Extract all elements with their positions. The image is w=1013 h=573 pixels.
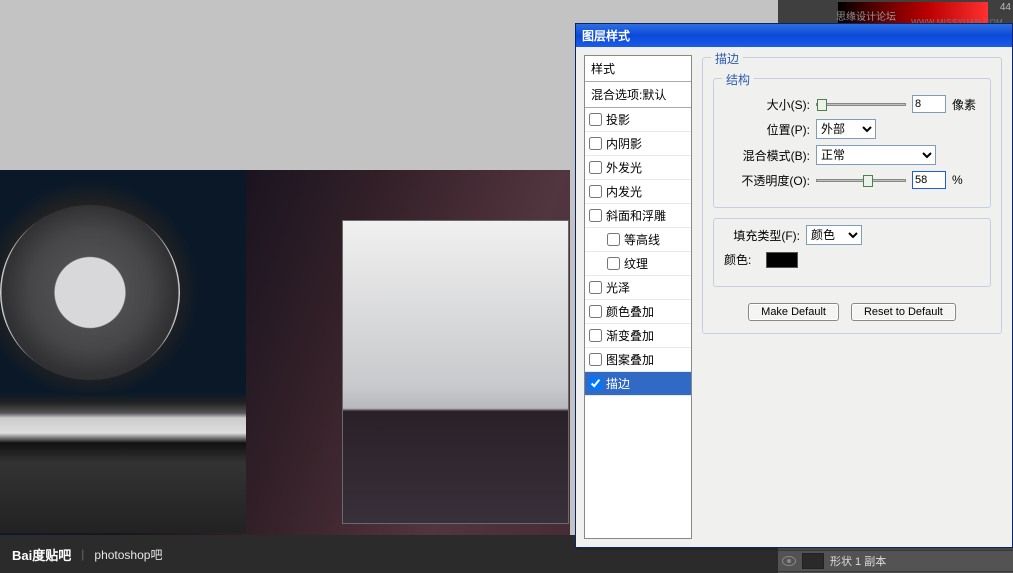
- opacity-slider[interactable]: [816, 179, 906, 182]
- style-item-label: 等高线: [624, 231, 660, 248]
- style-item-图案叠加[interactable]: 图案叠加: [585, 348, 691, 372]
- watermark-label: 思缘设计论坛: [836, 8, 896, 23]
- opacity-label: 不透明度(O):: [724, 172, 810, 189]
- style-checkbox[interactable]: [589, 137, 602, 150]
- stroke-settings-pane: 描边 结构 大小(S): 像素 位置(P): 外部: [692, 47, 1012, 547]
- style-item-label: 外发光: [606, 159, 642, 176]
- style-checkbox[interactable]: [589, 329, 602, 342]
- opacity-input[interactable]: [912, 171, 946, 189]
- position-select[interactable]: 外部: [816, 119, 876, 139]
- style-checkbox[interactable]: [589, 209, 602, 222]
- reel-illustration: [0, 170, 246, 533]
- size-row: 大小(S): 像素: [724, 95, 980, 113]
- style-item-投影[interactable]: 投影: [585, 108, 691, 132]
- style-item-label: 斜面和浮雕: [606, 207, 666, 224]
- structure-fieldset: 结构 大小(S): 像素 位置(P): 外部 混合模式(: [713, 78, 991, 208]
- size-unit: 像素: [952, 96, 980, 113]
- stroke-fieldset: 描边 结构 大小(S): 像素 位置(P): 外部: [702, 57, 1002, 334]
- filltype-label: 填充类型(F):: [724, 227, 800, 244]
- opacity-row: 不透明度(O): %: [724, 171, 980, 189]
- color-label: 颜色:: [724, 251, 760, 268]
- color-row: 颜色:: [724, 251, 980, 268]
- board-name: photoshop吧: [94, 546, 162, 563]
- style-item-内发光[interactable]: 内发光: [585, 180, 691, 204]
- blendmode-label: 混合模式(B):: [724, 147, 810, 164]
- reset-default-button[interactable]: Reset to Default: [851, 303, 956, 321]
- stroke-legend: 描边: [711, 50, 743, 67]
- dialog-title: 图层样式: [582, 27, 630, 44]
- dialog-body: 样式 混合选项:默认 投影内阴影外发光内发光斜面和浮雕等高线纹理光泽颜色叠加渐变…: [576, 47, 1012, 547]
- style-item-label: 描边: [606, 375, 630, 392]
- style-checkbox[interactable]: [589, 161, 602, 174]
- opacity-unit: %: [952, 173, 980, 187]
- position-label: 位置(P):: [724, 121, 810, 138]
- layer-thumb[interactable]: [802, 553, 824, 569]
- separator: |: [81, 547, 84, 561]
- style-list: 样式 混合选项:默认 投影内阴影外发光内发光斜面和浮雕等高线纹理光泽颜色叠加渐变…: [584, 55, 692, 539]
- style-checkbox[interactable]: [589, 185, 602, 198]
- layer-style-dialog: 图层样式 样式 混合选项:默认 投影内阴影外发光内发光斜面和浮雕等高线纹理光泽颜…: [575, 23, 1013, 548]
- layer-name[interactable]: 形状 1 副本: [830, 553, 886, 569]
- style-checkbox[interactable]: [589, 305, 602, 318]
- style-list-head-blend[interactable]: 混合选项:默认: [585, 82, 691, 108]
- style-item-label: 内发光: [606, 183, 642, 200]
- default-buttons: Make Default Reset to Default: [713, 303, 991, 321]
- style-item-label: 颜色叠加: [606, 303, 654, 320]
- filltype-select[interactable]: 颜色: [806, 225, 862, 245]
- style-item-纹理[interactable]: 纹理: [585, 252, 691, 276]
- style-item-label: 内阴影: [606, 135, 642, 152]
- size-slider[interactable]: [816, 103, 906, 106]
- style-item-label: 渐变叠加: [606, 327, 654, 344]
- style-item-label: 投影: [606, 111, 630, 128]
- eye-icon[interactable]: [782, 556, 796, 566]
- style-item-label: 图案叠加: [606, 351, 654, 368]
- size-input[interactable]: [912, 95, 946, 113]
- color-swatch[interactable]: [766, 252, 798, 268]
- style-item-描边[interactable]: 描边: [585, 372, 691, 396]
- make-default-button[interactable]: Make Default: [748, 303, 839, 321]
- fill-fieldset: 填充类型(F): 颜色 颜色:: [713, 218, 991, 287]
- filltype-row: 填充类型(F): 颜色: [724, 225, 980, 245]
- style-list-head-styles[interactable]: 样式: [585, 56, 691, 82]
- structure-legend: 结构: [722, 71, 754, 88]
- style-checkbox[interactable]: [589, 281, 602, 294]
- layer-row[interactable]: 形状 1 副本: [778, 551, 1013, 572]
- canvas-shape-rect[interactable]: [342, 220, 569, 524]
- style-item-外发光[interactable]: 外发光: [585, 156, 691, 180]
- style-item-label: 光泽: [606, 279, 630, 296]
- style-checkbox[interactable]: [589, 113, 602, 126]
- blendmode-select[interactable]: 正常: [816, 145, 936, 165]
- style-item-光泽[interactable]: 光泽: [585, 276, 691, 300]
- style-checkbox[interactable]: [589, 353, 602, 366]
- size-label: 大小(S):: [724, 96, 810, 113]
- style-item-label: 纹理: [624, 255, 648, 272]
- blendmode-row: 混合模式(B): 正常: [724, 145, 980, 165]
- style-item-颜色叠加[interactable]: 颜色叠加: [585, 300, 691, 324]
- style-checkbox[interactable]: [589, 377, 602, 390]
- style-item-渐变叠加[interactable]: 渐变叠加: [585, 324, 691, 348]
- baidu-logo-text: Bai度贴吧: [12, 545, 71, 564]
- style-item-等高线[interactable]: 等高线: [585, 228, 691, 252]
- style-checkbox[interactable]: [607, 233, 620, 246]
- dialog-titlebar[interactable]: 图层样式: [576, 24, 1012, 47]
- style-item-斜面和浮雕[interactable]: 斜面和浮雕: [585, 204, 691, 228]
- style-item-内阴影[interactable]: 内阴影: [585, 132, 691, 156]
- position-row: 位置(P): 外部: [724, 119, 980, 139]
- style-checkbox[interactable]: [607, 257, 620, 270]
- color-value: 44: [1000, 2, 1011, 13]
